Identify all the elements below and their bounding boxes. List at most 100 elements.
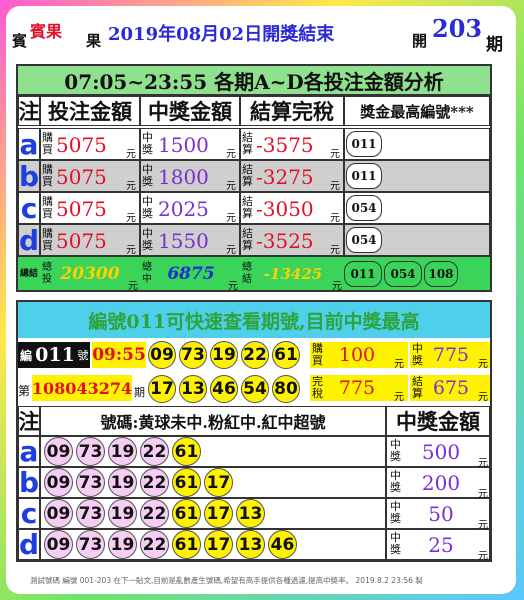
net-unit: 元 <box>330 245 340 256</box>
summary-code: 054 <box>384 261 422 287</box>
bet-unit: 元 <box>126 181 136 192</box>
number-ball: 73 <box>76 437 105 466</box>
number-ball: 13 <box>179 375 207 403</box>
buy-unit: 元 <box>394 359 404 370</box>
footnote: 測試號碼 編號 001-203 在下一貼文,目前是亂數產生號碼,希望有高手提供各… <box>30 576 423 585</box>
buy-label: 購買 <box>42 163 53 188</box>
summary-win-unit: 元 <box>228 281 238 292</box>
number-ball: 09 <box>44 499 73 528</box>
draw-info-row-2: 第 108043274 期 17 13 46 54 80 完稅 775 元 結算 675… <box>18 372 490 404</box>
quick-check-table: 編號011可快速查看期號,目前中獎最高 編 011 號 09:55 09 73 19… <box>16 300 492 562</box>
number-ball: 09 <box>148 341 176 369</box>
net-amount: -3525 <box>256 229 314 253</box>
number-ball: 17 <box>204 530 233 559</box>
number-ball: 13 <box>236 530 265 559</box>
prize-unit: 元 <box>478 551 488 562</box>
id-number: 011 <box>34 342 76 368</box>
buy-label: 購買 <box>42 227 53 252</box>
net-amount: -3275 <box>256 165 314 189</box>
top-code: 054 <box>346 195 382 221</box>
win-amount: 1500 <box>158 133 209 157</box>
summary-net-value: -13425 <box>263 265 323 283</box>
settle-label: 結算 <box>242 195 253 220</box>
summary-net-unit: 元 <box>332 281 342 292</box>
prize-amount: 500 <box>421 439 461 464</box>
settle-label: 結算 <box>242 131 253 156</box>
number-ball: 61 <box>272 341 300 369</box>
tax-value: 775 <box>338 377 376 399</box>
summary-bet-label: 總投 <box>42 262 52 285</box>
row-letter: c <box>18 497 40 530</box>
header-left-char: 賓 <box>12 32 28 50</box>
win-label: 中獎 <box>142 163 153 188</box>
summary-code: 011 <box>344 261 382 287</box>
number-ball: 19 <box>108 437 137 466</box>
top-code: 011 <box>346 131 382 157</box>
prize-label: 中獎 <box>390 469 401 494</box>
draw-number: 108043274 <box>32 375 132 401</box>
number-ball: 19 <box>108 499 137 528</box>
number-ball: 19 <box>210 341 238 369</box>
number-ball: 73 <box>179 341 207 369</box>
win-unit: 元 <box>226 213 236 224</box>
row-letter: d <box>18 528 40 561</box>
net-unit: 元 <box>330 149 340 160</box>
number-ball: 54 <box>241 375 269 403</box>
col-header-bet-2: 注 <box>18 406 40 436</box>
win-label: 中獎 <box>142 227 153 252</box>
summary-bet-value: 20300 <box>60 264 120 284</box>
prize-amount: 200 <box>421 470 461 495</box>
bet-row: b 購買 5075 元中獎 1800 元結算 -3275 元 011 <box>18 160 490 193</box>
win-label: 中獎 <box>142 131 153 156</box>
net-amount: -3050 <box>256 197 314 221</box>
bet-letter: c <box>18 192 40 225</box>
id-suffix: 號 <box>76 342 90 368</box>
number-ball: 73 <box>76 530 105 559</box>
bet-analysis-title: 07:05~23:55 各期A~D各投注金額分析 <box>18 66 490 96</box>
drawn-numbers-2: 17 13 46 54 80 <box>148 374 308 404</box>
draw-prefix: 第 <box>18 384 31 398</box>
win-amount: 2025 <box>158 197 209 221</box>
buy-label: 購買 <box>42 195 53 220</box>
col-header-settle: 結算完稅 <box>240 96 344 126</box>
settle-label: 結算 <box>412 375 423 400</box>
settle-value: 675 <box>432 377 470 399</box>
number-ball: 61 <box>172 530 201 559</box>
number-ball: 80 <box>272 375 300 403</box>
number-ball: 46 <box>210 375 238 403</box>
win-unit: 元 <box>226 149 236 160</box>
bet-amount: 5075 <box>56 229 107 253</box>
col-header-top-codes: 獎金最高編號*** <box>344 96 490 126</box>
number-row: b 09 73 19 22 61 17 中獎 200 元 <box>18 466 490 500</box>
buy-value: 100 <box>338 344 376 366</box>
net-amount: -3575 <box>256 133 314 157</box>
bet-unit: 元 <box>126 213 136 224</box>
win-amount: 1800 <box>158 165 209 189</box>
win-amount: 1550 <box>158 229 209 253</box>
buy-box: 購買 100 元 <box>310 342 408 370</box>
row-letter: b <box>18 466 40 499</box>
draw-info-row-1: 編 011 號 09:55 09 73 19 22 61 購買 100 元 中獎 775… <box>18 340 490 370</box>
tax-unit: 元 <box>394 392 404 403</box>
tax-box: 完稅 775 元 <box>310 375 408 403</box>
number-ball: 13 <box>236 499 265 528</box>
number-row: d 09 73 19 22 61 17 13 46 中獎 25 元 <box>18 528 490 562</box>
settle-label: 結算 <box>242 163 253 188</box>
buy-label: 購買 <box>312 342 323 367</box>
summary-win-label: 總中 <box>142 262 152 285</box>
draw-time: 09:55 <box>92 342 146 368</box>
bet-row: a 購買 5075 元中獎 1500 元結算 -3575 元 011 <box>18 128 490 161</box>
number-ball: 22 <box>140 499 169 528</box>
number-ball: 22 <box>241 341 269 369</box>
number-row: c 09 73 19 22 61 17 13 中獎 50 元 <box>18 497 490 531</box>
number-ball: 09 <box>44 530 73 559</box>
bet-analysis-table: 07:05~23:55 各期A~D各投注金額分析 注 投注金額 中獎金額 結算完… <box>16 64 492 292</box>
number-ball: 19 <box>108 468 137 497</box>
number-ball: 61 <box>172 468 201 497</box>
win-unit: 元 <box>226 181 236 192</box>
win-box: 中獎 775 元 <box>410 342 490 370</box>
header-brand-suffix: 果 <box>86 32 102 50</box>
summary-code: 108 <box>424 261 458 287</box>
summary-bet-unit: 元 <box>128 281 138 292</box>
drawn-numbers-1: 09 73 19 22 61 <box>148 340 308 370</box>
